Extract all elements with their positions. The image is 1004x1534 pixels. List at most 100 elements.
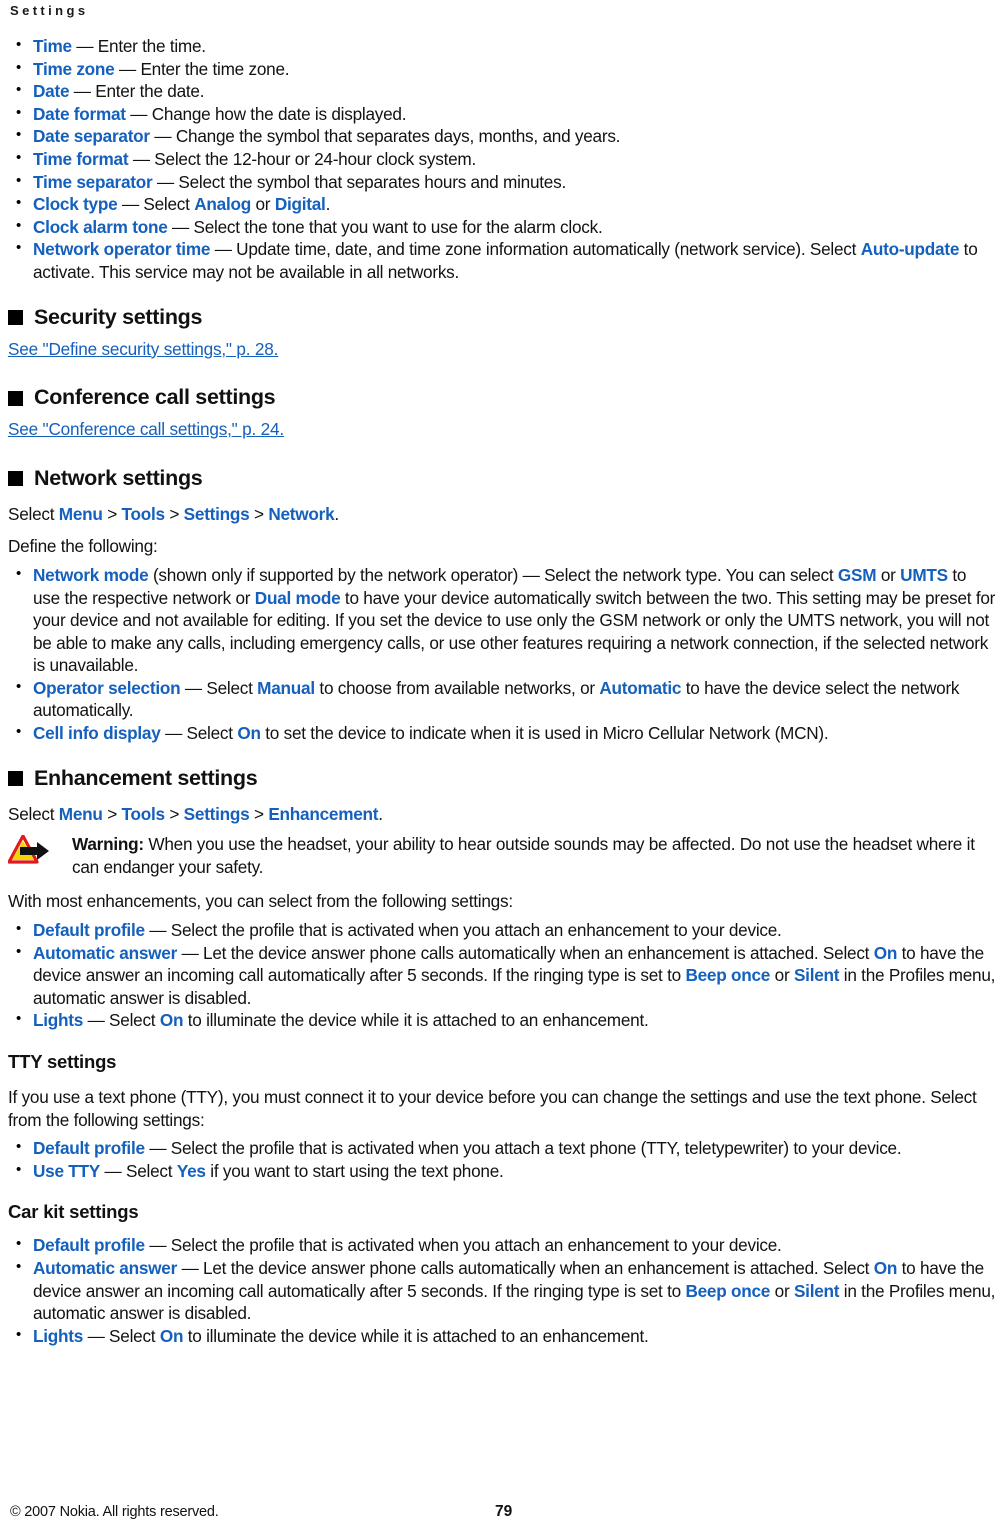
list-item: Network mode (shown only if supported by… xyxy=(8,563,996,677)
subsection-heading-tty: TTY settings xyxy=(8,1051,117,1072)
square-bullet-icon xyxy=(8,771,23,787)
warning-note: Warning: When you use the headset, your … xyxy=(7,833,996,878)
menu-path-item: Menu xyxy=(58,503,103,524)
setting-description: — Enter the time zone. xyxy=(114,58,290,79)
setting-value: Beep once xyxy=(685,965,771,986)
setting-value: Automatic xyxy=(599,677,682,698)
menu-path-item: Settings xyxy=(183,503,250,524)
setting-term: Cell info display xyxy=(33,723,161,744)
setting-value: On xyxy=(159,1010,184,1031)
section-heading-network: Network settings xyxy=(8,465,996,491)
setting-term: Network operator time xyxy=(33,239,211,260)
setting-term: Time xyxy=(33,36,72,56)
setting-description: to set the device to indicate when it is… xyxy=(260,723,829,744)
path-separator: > xyxy=(249,503,269,524)
tty-intro-text: If you use a text phone (TTY), you must … xyxy=(8,1087,977,1130)
path-separator: > xyxy=(164,503,184,524)
setting-value: GSM xyxy=(837,564,877,585)
list-item: Default profile — Select the profile tha… xyxy=(8,1233,996,1257)
square-bullet-icon xyxy=(8,471,23,487)
setting-term: Lights xyxy=(33,1010,84,1031)
setting-value: Silent xyxy=(793,1280,840,1301)
warning-triangle-arrow-icon xyxy=(7,834,49,864)
enhancement-intro-text: With most enhancements, you can select f… xyxy=(8,891,513,912)
list-item: Lights — Select On to illuminate the dev… xyxy=(8,1008,996,1032)
list-item: Time zone — Enter the time zone. xyxy=(8,57,996,81)
setting-value: On xyxy=(159,1325,184,1346)
setting-description: — Select the tone that you want to use f… xyxy=(167,216,603,237)
setting-description: — Select the profile that is activated w… xyxy=(144,1235,782,1256)
setting-description: or xyxy=(770,965,794,986)
subsection-heading-car-kit: Car kit settings xyxy=(8,1201,139,1223)
list-item: Use TTY — Select Yes if you want to star… xyxy=(8,1159,996,1183)
setting-description: — Select the symbol that separates hours… xyxy=(152,171,566,192)
list-item: Lights — Select On to illuminate the dev… xyxy=(8,1324,996,1348)
path-lead: Select xyxy=(8,803,59,824)
menu-path-item: Menu xyxy=(58,803,103,824)
setting-value: UMTS xyxy=(900,564,948,585)
setting-term: Automatic answer xyxy=(33,1257,178,1278)
setting-description: — Select xyxy=(100,1160,177,1181)
setting-term: Use TTY xyxy=(33,1160,101,1181)
list-item: Clock alarm tone — Select the tone that … xyxy=(8,215,996,239)
square-bullet-icon xyxy=(8,310,23,326)
setting-value: On xyxy=(873,1257,898,1278)
list-item: Time format — Select the 12-hour or 24-h… xyxy=(8,147,996,171)
section-heading-label: Network settings xyxy=(34,465,203,490)
warning-icon-wrap xyxy=(7,833,72,870)
setting-description: — Select xyxy=(83,1325,160,1346)
enhancement-bullet-list: Default profile — Select the profile tha… xyxy=(8,918,996,1032)
setting-term: Time separator xyxy=(33,171,153,192)
list-item: Cell info display — Select On to set the… xyxy=(8,721,996,745)
path-separator: > xyxy=(102,503,122,524)
xref-link-security[interactable]: See "Define security settings," p. 28. xyxy=(8,338,278,361)
network-menu-path: Select Menu > Tools > Settings > Network… xyxy=(8,501,996,526)
xref-link-conference-call[interactable]: See "Conference call settings," p. 24. xyxy=(8,418,284,441)
setting-term: Automatic answer xyxy=(33,942,178,963)
setting-value: On xyxy=(873,942,898,963)
setting-description: — Change how the date is displayed. xyxy=(125,103,407,124)
section-heading-security: Security settings xyxy=(8,304,996,330)
setting-value: Yes xyxy=(176,1160,206,1181)
setting-value: On xyxy=(237,723,261,744)
list-item: Time — Enter the time. xyxy=(8,34,996,58)
list-item: Automatic answer — Let the device answer… xyxy=(8,1256,996,1325)
carkit-bullet-list: Default profile — Select the profile tha… xyxy=(8,1233,996,1348)
setting-value: Manual xyxy=(257,677,315,698)
setting-description: — Select the 12-hour or 24-hour clock sy… xyxy=(128,148,476,169)
setting-term: Default profile xyxy=(33,1138,145,1159)
page-number: 79 xyxy=(495,1503,513,1520)
list-item: Operator selection — Select Manual to ch… xyxy=(8,676,996,722)
setting-term: Lights xyxy=(33,1325,84,1346)
list-item: Date — Enter the date. xyxy=(8,79,996,103)
section-heading-label: Security settings xyxy=(34,304,203,329)
setting-term: Time zone xyxy=(33,58,115,79)
setting-description: or xyxy=(876,564,901,585)
menu-path-item: Tools xyxy=(121,803,166,824)
path-lead: Select xyxy=(8,503,59,524)
list-item: Default profile — Select the profile tha… xyxy=(8,1136,996,1160)
setting-value: Analog xyxy=(194,194,251,215)
page-footer: © 2007 Nokia. All rights reserved. 79 xyxy=(8,1502,996,1524)
setting-description: to illuminate the device while it is att… xyxy=(183,1010,649,1031)
section-heading-label: Conference call settings xyxy=(34,385,276,410)
setting-description: — Update time, date, and time zone infor… xyxy=(210,239,861,260)
setting-term: Date format xyxy=(33,103,126,124)
setting-description: — Select xyxy=(180,677,258,698)
square-bullet-icon xyxy=(8,390,23,406)
network-intro-text: Define the following: xyxy=(8,536,158,557)
setting-description: — Select xyxy=(160,723,238,744)
tty-bullet-list: Default profile — Select the profile tha… xyxy=(8,1136,996,1183)
menu-path-item: Settings xyxy=(183,803,250,824)
list-item: Network operator time — Update time, dat… xyxy=(8,237,996,283)
enhancement-menu-path: Select Menu > Tools > Settings > Enhance… xyxy=(8,801,996,826)
setting-description: — Select the profile that is activated w… xyxy=(144,1138,902,1159)
setting-value: Beep once xyxy=(685,1280,771,1301)
setting-description: to choose from available networks, or xyxy=(314,677,600,698)
setting-description: (shown only if supported by the network … xyxy=(148,564,838,585)
setting-description: — Let the device answer phone calls auto… xyxy=(177,1257,874,1278)
time-settings-bullet-list: Time — Enter the time.Time zone — Enter … xyxy=(8,34,996,284)
setting-term: Default profile xyxy=(33,920,145,941)
setting-term: Operator selection xyxy=(33,677,181,698)
list-item: Time separator — Select the symbol that … xyxy=(8,170,996,194)
